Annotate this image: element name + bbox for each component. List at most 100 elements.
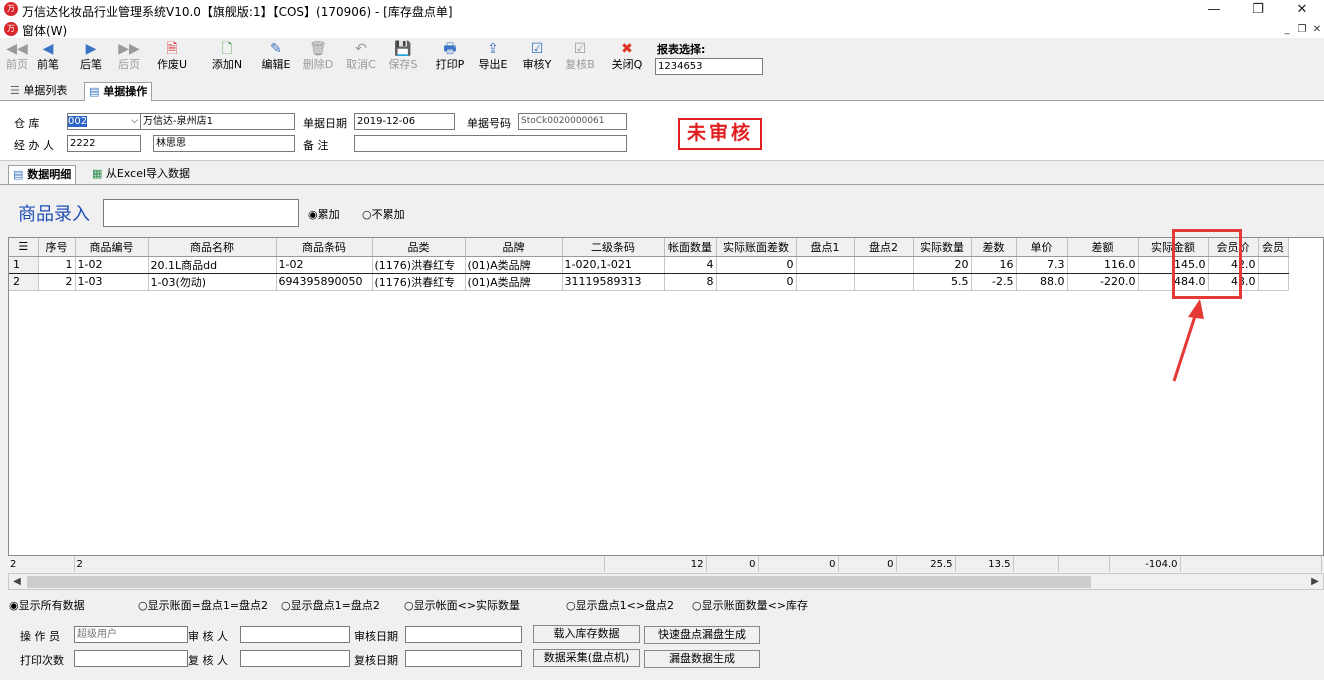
load-stock-button[interactable]: 载入库存数据 [533, 625, 640, 643]
cell[interactable]: (1176)洪春红专 [372, 273, 466, 291]
warehouse-name-field[interactable]: 万信达-泉州店1 [141, 113, 295, 130]
filter-all-radio[interactable]: ◉显示所有数据 [9, 597, 85, 613]
cell[interactable]: 20 [913, 255, 972, 274]
delete-button[interactable]: 🗑 删除D [301, 40, 335, 80]
accumulate-radio[interactable]: ◉累加 [308, 206, 340, 222]
audit-button[interactable]: ☑ 审核Y [520, 40, 554, 80]
tab-doc-operation[interactable]: ▤ 单据操作 [84, 82, 153, 101]
cell[interactable]: 116.0 [1067, 255, 1139, 274]
filter-opt5-radio[interactable]: ○显示账面数量<>库存 [692, 597, 808, 613]
export-button[interactable]: ⇪ 导出E [476, 40, 510, 80]
menu-window[interactable]: 窗体(W) [22, 22, 67, 39]
col-header[interactable]: 商品名称 [148, 238, 277, 257]
col-header[interactable]: 实际数量 [913, 238, 972, 257]
cell[interactable]: 1 [38, 255, 76, 274]
reviewer-field[interactable] [240, 650, 350, 667]
review-button[interactable]: ☑ 复核B [563, 40, 597, 80]
operator-code-field[interactable]: 2222 [67, 135, 141, 152]
mdi-minimize-button[interactable]: _ [1280, 23, 1294, 36]
cell[interactable]: 8 [664, 273, 717, 291]
warehouse-code-select[interactable]: 002 ⌵ [67, 113, 141, 130]
close-button[interactable]: ✖ 关闭Q [610, 40, 644, 80]
cell[interactable]: 1-03(勿动) [148, 273, 277, 291]
cell[interactable]: 2 [38, 273, 76, 291]
print-count-field[interactable] [74, 650, 188, 667]
data-collect-button[interactable]: 数据采集(盘点机) [533, 649, 640, 667]
col-header[interactable]: 品牌 [465, 238, 563, 257]
edit-button[interactable]: ✎ 编辑E [259, 40, 293, 80]
cell[interactable]: 1-03 [75, 273, 149, 291]
no-accumulate-radio[interactable]: ○不累加 [362, 206, 405, 222]
prev-record-button[interactable]: ◀ 前笔 [31, 40, 65, 80]
add-button[interactable]: 🗋 添加N [210, 40, 244, 80]
product-entry-input[interactable] [103, 199, 299, 227]
cell[interactable]: 7.3 [1016, 255, 1068, 274]
cell[interactable]: 5.5 [913, 273, 972, 291]
cell[interactable]: 1-02 [75, 255, 149, 274]
auditor-field[interactable] [240, 626, 350, 643]
col-header[interactable]: 品类 [372, 238, 466, 257]
mdi-close-button[interactable]: ✕ [1310, 23, 1324, 36]
cell[interactable] [1258, 255, 1289, 274]
quick-missing-button[interactable]: 快速盘点漏盘生成 [644, 626, 760, 644]
mdi-restore-button[interactable]: ❐ [1295, 23, 1309, 36]
op-field[interactable]: 超级用户 [74, 626, 188, 643]
cell[interactable]: -220.0 [1067, 273, 1139, 291]
remark-field[interactable] [354, 135, 627, 152]
col-header[interactable]: 帐面数量 [664, 238, 717, 257]
doc-no-field[interactable]: StoCk0020000061 [518, 113, 627, 130]
cell[interactable]: (1176)洪春红专 [372, 255, 466, 274]
close-window-button[interactable]: ✕ [1280, 0, 1324, 20]
filter-opt1-radio[interactable]: ○显示账面=盘点1=盘点2 [138, 597, 268, 613]
col-header[interactable]: 实际账面差数 [716, 238, 797, 257]
cell[interactable]: (01)A类品牌 [465, 273, 563, 291]
cell[interactable]: 1-020,1-021 [562, 255, 665, 274]
filter-opt3-radio[interactable]: ○显示帐面<>实际数量 [404, 597, 520, 613]
doc-date-field[interactable]: 2019-12-06 [354, 113, 455, 130]
scroll-thumb[interactable] [27, 576, 1091, 588]
cell[interactable]: 0 [716, 273, 797, 291]
minimize-button[interactable]: — [1192, 0, 1236, 20]
filter-opt4-radio[interactable]: ○显示盘点1<>盘点2 [566, 597, 674, 613]
scroll-right-icon[interactable]: ▶ [1307, 574, 1323, 589]
cell[interactable]: (01)A类品牌 [465, 255, 563, 274]
col-header[interactable]: 商品编号 [75, 238, 149, 257]
col-header[interactable]: 单价 [1016, 238, 1068, 257]
cell[interactable]: 4 [664, 255, 717, 274]
cell[interactable]: 16 [971, 255, 1017, 274]
save-button[interactable]: 💾 保存S [386, 40, 420, 80]
cell[interactable]: 0 [716, 255, 797, 274]
col-header[interactable]: 序号 [38, 238, 76, 257]
report-select-input[interactable]: 1234653 [655, 58, 763, 75]
review-date-field[interactable] [405, 650, 522, 667]
first-page-button[interactable]: ◀◀ 前页 [0, 40, 34, 80]
cell[interactable] [1258, 273, 1289, 291]
tab-doc-list[interactable]: ☰ 单据列表 [6, 82, 71, 101]
table-row[interactable]: 2 2 1-03 1-03(勿动) 694395890050 (1176)洪春红… [9, 273, 1289, 291]
cell[interactable]: 31119589313 [562, 273, 665, 291]
scroll-left-icon[interactable]: ◀ [9, 574, 25, 589]
missing-data-button[interactable]: 漏盘数据生成 [644, 650, 760, 668]
restore-button[interactable]: ❐ [1236, 0, 1280, 20]
cell[interactable]: 694395890050 [276, 273, 373, 291]
cell[interactable] [854, 255, 914, 274]
cell[interactable]: 20.1L商品dd [148, 255, 277, 274]
void-button[interactable]: 🗎 作废U [155, 40, 189, 80]
audit-date-field[interactable] [405, 626, 522, 643]
cell[interactable]: 1-02 [276, 255, 373, 274]
col-header[interactable]: 会员 [1258, 238, 1289, 257]
tab-data-detail[interactable]: ▤ 数据明细 [8, 165, 77, 184]
col-header[interactable]: 差数 [971, 238, 1017, 257]
cancel-button[interactable]: ↶ 取消C [344, 40, 378, 80]
table-row[interactable]: 1 1 1-02 20.1L商品dd 1-02 (1176)洪春红专 (01)A… [9, 255, 1289, 274]
cell[interactable] [854, 273, 914, 291]
filter-opt2-radio[interactable]: ○显示盘点1=盘点2 [281, 597, 380, 613]
col-header[interactable]: 商品条码 [276, 238, 373, 257]
col-header[interactable]: 二级条码 [562, 238, 665, 257]
operator-name-field[interactable]: 林思思 [153, 135, 295, 152]
cell[interactable] [796, 273, 855, 291]
horizontal-scrollbar[interactable]: ◀ ▶ [8, 573, 1324, 590]
cell[interactable]: -2.5 [971, 273, 1017, 291]
next-record-button[interactable]: ▶ 后笔 [74, 40, 108, 80]
cell[interactable] [796, 255, 855, 274]
